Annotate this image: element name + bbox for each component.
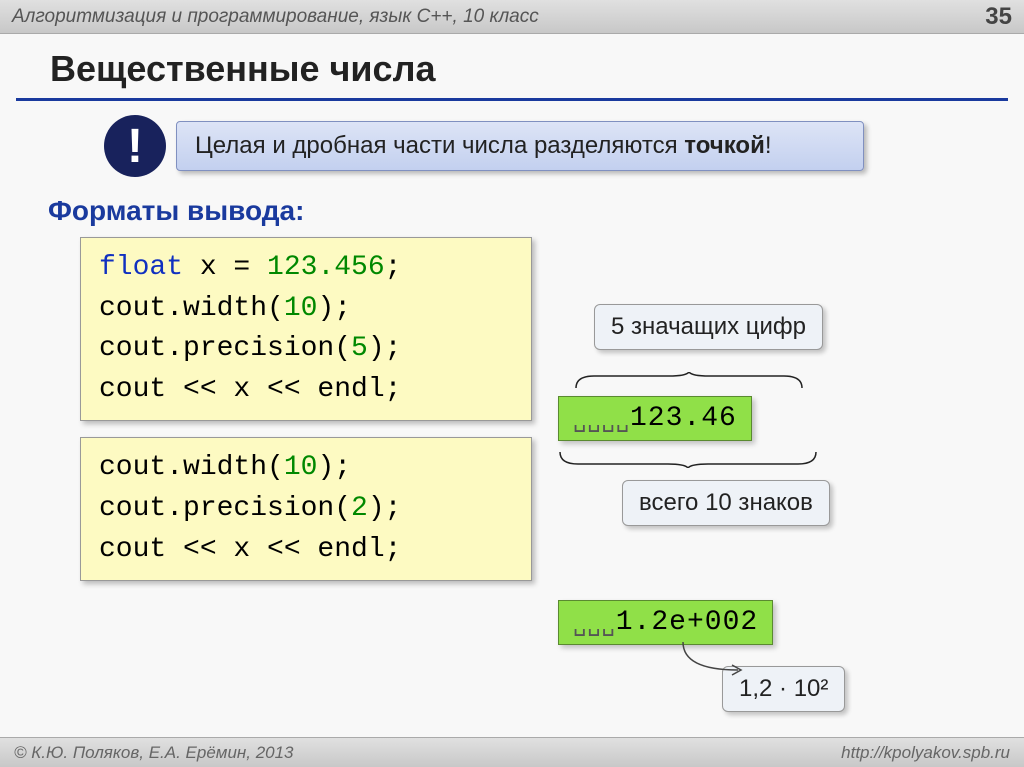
page-number: 35 [985, 3, 1012, 31]
footer-bar: © К.Ю. Поляков, Е.А. Ерёмин, 2013 http:/… [0, 737, 1024, 767]
arrow-icon [678, 640, 778, 680]
footer-right: http://kpolyakov.spb.ru [841, 743, 1010, 763]
page-title: Вещественные числа [16, 34, 1008, 101]
output-2: ␣␣␣1.2e+002 [558, 600, 773, 645]
note-text: Целая и дробная части числа разделяются … [176, 121, 864, 171]
note-text-c: ! [765, 132, 772, 159]
subtitle: Форматы вывода: [48, 195, 1024, 227]
exclamation-icon: ! [104, 115, 166, 177]
brace-top-icon [574, 372, 804, 390]
footer-left: © К.Ю. Поляков, Е.А. Ерёмин, 2013 [14, 743, 294, 763]
note-box: ! Целая и дробная части числа разделяютс… [104, 115, 864, 177]
course-title: Алгоритмизация и программирование, язык … [12, 6, 539, 28]
callout-total-width: всего 10 знаков [622, 480, 830, 526]
code-block-1: float x = 123.456; cout.width(10); cout.… [80, 237, 532, 421]
brace-bottom-icon [558, 450, 818, 468]
code-block-2: cout.width(10); cout.precision(2); cout … [80, 437, 532, 581]
callout-significant-digits: 5 значащих цифр [594, 304, 823, 350]
header-bar: Алгоритмизация и программирование, язык … [0, 0, 1024, 34]
output-1: ␣␣␣␣123.46 [558, 396, 752, 441]
note-text-a: Целая и дробная части числа разделяются [195, 132, 684, 159]
note-text-b: точкой [684, 132, 765, 159]
